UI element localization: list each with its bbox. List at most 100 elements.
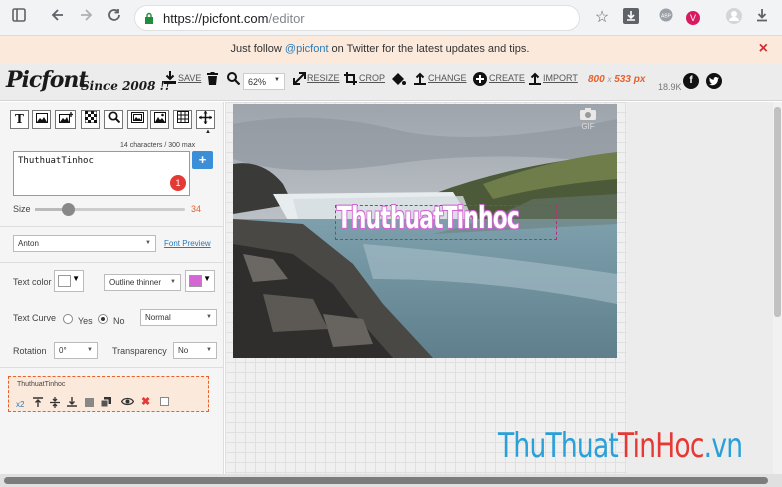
grid-icon[interactable] [173,110,192,129]
transparency-select[interactable]: No ▼ [173,342,217,359]
transparency-label: Transparency [112,346,167,356]
image-tool-icon[interactable] [32,110,51,129]
lock-layer-icon[interactable] [85,397,94,410]
save-icon[interactable] [164,71,176,88]
send-back-icon[interactable] [67,397,77,410]
align-middle-icon[interactable] [50,397,60,411]
text-color-picker[interactable]: ▼ [54,270,84,292]
layer-name: ThuthuatTinhoc [17,381,66,388]
crop-button[interactable]: CROP [359,73,385,83]
chevron-down-icon: ▼ [203,274,211,283]
chevron-down-icon: ▼ [206,314,212,320]
copy-icon[interactable] [100,397,111,410]
left-panel: T ▲ 14 characters / 300 max ThuthuatTinh… [0,102,224,474]
profile-icon[interactable]: V [683,8,703,28]
download-box-icon[interactable] [621,8,641,28]
zoom-select[interactable]: 62% ▼ [243,73,285,90]
import-icon[interactable] [529,72,541,89]
since-text: Since 2008 !! [81,79,171,93]
curve-yes-radio[interactable] [63,314,73,324]
forward-icon[interactable] [76,8,96,28]
notification-badge: 1 [170,175,186,191]
picfont-logo[interactable]: Picfont [6,67,89,93]
scrollbar-thumb[interactable] [774,107,781,317]
duplicate-button[interactable]: x2 [16,400,24,410]
layer-checkbox[interactable] [160,397,169,406]
text-input[interactable]: ThuthuatTinhoc [13,151,190,196]
scrollbar-thumb[interactable] [4,477,768,484]
text-layer[interactable]: ThuthuatTinhoc x2 ✖ [8,376,209,412]
sort-arrow-icon[interactable]: ▲ [205,129,211,135]
curve-no-label: No [113,316,125,326]
resize-icon[interactable] [293,72,306,89]
resize-button[interactable]: RESIZE [307,73,340,83]
frame-icon[interactable] [127,110,148,129]
create-button[interactable]: CREATE [489,73,525,83]
text-color-swatch [58,275,71,287]
gif-camera-icon[interactable]: GIF [578,108,598,131]
create-icon[interactable] [473,72,487,90]
image-dimensions[interactable]: 800 x 533 px [588,74,645,85]
horizontal-scrollbar[interactable] [0,474,782,487]
follower-count: 18.9K [658,82,682,92]
crop-icon[interactable] [344,72,357,89]
sidebar-toggle-icon[interactable] [9,8,29,28]
adblock-icon[interactable]: ABP [656,8,676,28]
curve-mode-select[interactable]: Normal ▼ [140,309,217,326]
add-text-button[interactable]: + [192,151,213,169]
canvas-right-margin [627,102,773,474]
save-button[interactable]: SAVE [178,73,201,83]
paint-bucket-icon[interactable] [391,72,406,90]
visibility-eye-icon[interactable] [120,397,135,409]
divider [0,262,223,263]
character-count: 14 characters / 300 max [120,142,196,149]
upload-icon[interactable] [414,72,426,89]
curve-no-radio[interactable] [98,314,108,324]
move-icon[interactable] [196,110,215,129]
outline-select[interactable]: Outline thinner ▼ [104,274,181,291]
gif-label: GIF [581,122,595,131]
trash-icon[interactable] [207,72,218,89]
chevron-down-icon: ▼ [274,77,280,83]
chevron-down-icon: ▼ [145,240,151,246]
bring-front-icon[interactable] [33,397,43,410]
chevron-down-icon: ▼ [170,279,176,285]
reload-icon[interactable] [104,8,124,28]
pattern-icon[interactable] [81,110,100,129]
font-preview-link[interactable]: Font Preview [164,239,211,248]
size-value: 34 [191,204,202,214]
import-button[interactable]: IMPORT [543,73,578,83]
chevron-down-icon: ▼ [206,347,212,353]
back-icon[interactable] [48,8,68,28]
overlay-text[interactable]: ThuthuatTinhoc [337,201,520,236]
browser-toolbar: https://picfont.com/editor ☆ ABP V [0,0,782,36]
vertical-scrollbar[interactable] [773,102,782,474]
search-icon[interactable] [104,110,123,129]
text-tool-icon[interactable]: T [10,110,29,129]
svg-text:ABP: ABP [661,14,672,20]
outline-color-picker[interactable]: ▼ [185,270,215,292]
chevron-down-icon: ▼ [72,274,80,283]
size-slider[interactable] [35,203,185,216]
delete-layer-icon[interactable]: ✖ [141,397,150,408]
facebook-icon[interactable]: f [683,73,699,89]
text-curve-label: Text Curve [13,313,57,323]
close-notice-button[interactable]: × [759,40,768,58]
font-select[interactable]: Anton ▼ [13,235,156,252]
twitter-icon[interactable] [706,73,722,89]
zoom-icon[interactable] [227,72,241,89]
change-button[interactable]: CHANGE [428,73,467,83]
address-bar[interactable]: https://picfont.com/editor [134,5,580,31]
download-icon[interactable] [752,8,772,28]
image-frame-icon[interactable] [150,110,169,129]
add-image-icon[interactable] [55,110,76,129]
size-slider-thumb[interactable] [61,203,75,216]
star-icon[interactable]: ☆ [592,8,612,28]
account-icon[interactable] [724,8,744,28]
lock-icon [145,12,153,24]
outline-color-swatch [189,275,202,287]
divider [0,226,223,227]
rotation-select[interactable]: 0° ▼ [54,342,98,359]
editor-toolbar: Picfont Since 2008 !! SAVE 62% ▼ RESIZE C… [0,63,782,101]
twitter-link[interactable]: @picfont [285,43,329,55]
